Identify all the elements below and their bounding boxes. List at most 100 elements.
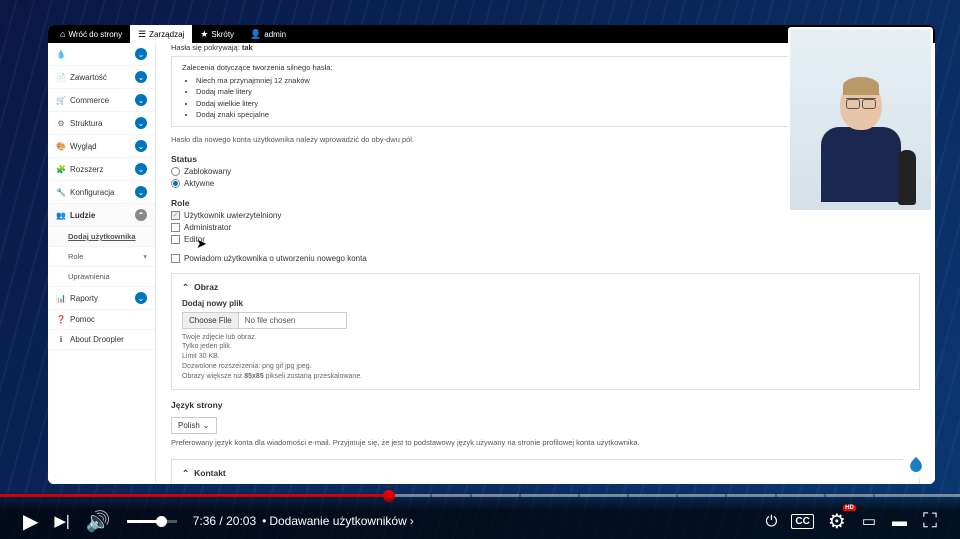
- nav-label: Ludzie: [70, 211, 135, 220]
- collapse-icon[interactable]: ⌃: [182, 282, 189, 293]
- time-display: 7:36 / 20:03: [193, 514, 256, 528]
- file-status: No file chosen: [239, 313, 302, 328]
- sidebar-logo[interactable]: 💧⌄: [48, 43, 155, 66]
- nav-label: Konfiguracja: [70, 188, 135, 197]
- role-checkbox: [171, 211, 180, 220]
- sidebar-item[interactable]: 👥 Ludzie⌃: [48, 204, 155, 227]
- language-select[interactable]: Polish ⌄: [171, 417, 217, 434]
- nav-label: Zawartość: [70, 73, 135, 82]
- nav-icon: 🧩: [56, 165, 66, 174]
- nav-icon: ❓: [56, 315, 66, 324]
- back-to-site[interactable]: ⌂ Wróć do strony: [52, 25, 130, 43]
- role-option: Administrator: [184, 223, 231, 232]
- file-input[interactable]: Choose File No file chosen: [182, 312, 347, 329]
- volume-slider[interactable]: [127, 520, 177, 523]
- admin-sidebar: 💧⌄ 📄Zawartość⌄🛒Commerce⌄⚙Struktura⌄🎨Wygl…: [48, 43, 156, 484]
- user-icon: 👤: [250, 29, 261, 40]
- miniplayer-button[interactable]: ▭: [854, 512, 884, 530]
- sidebar-item[interactable]: 🛒 Commerce⌄: [48, 89, 155, 112]
- chevron-icon: ⌄: [135, 186, 147, 198]
- status-radio[interactable]: [171, 179, 180, 188]
- nav-label: Raporty: [70, 294, 135, 303]
- nav-icon: ℹ: [56, 335, 66, 344]
- sidebar-item[interactable]: 🎨 Wygląd⌄: [48, 135, 155, 158]
- nav-label: Struktura: [70, 119, 135, 128]
- choose-file-button[interactable]: Choose File: [183, 313, 239, 328]
- fullscreen-button[interactable]: ⛶: [915, 510, 945, 533]
- nav-icon: 🛒: [56, 96, 66, 105]
- nav-icon: 👥: [56, 211, 66, 220]
- collapse-icon[interactable]: ⌃: [182, 468, 189, 479]
- chevron-icon: ⌃: [135, 209, 147, 221]
- nav-label: About Droopler: [70, 335, 147, 344]
- notify-label: Powiadom użytkownika o utworzeniu nowego…: [184, 254, 367, 263]
- image-legend: Obraz: [194, 282, 218, 292]
- role-checkbox[interactable]: [171, 235, 180, 244]
- nav-label: Rozszerz: [70, 165, 135, 174]
- nav-icon: 📊: [56, 294, 66, 303]
- role-option: Użytkownik uwierzytelniony: [184, 211, 281, 220]
- chevron-down-icon: ⌄: [135, 48, 147, 60]
- contact-fieldset: ⌃Kontakt Osobisty formularz kontaktowy: [171, 459, 920, 484]
- new-file-label: Dodaj nowy plik: [182, 299, 909, 308]
- chevron-icon: ⌄: [135, 140, 147, 152]
- role-checkbox[interactable]: [171, 223, 180, 232]
- contact-legend: Kontakt: [194, 468, 226, 478]
- nav-icon: 🎨: [56, 142, 66, 151]
- sidebar-item[interactable]: 🔧 Konfiguracja⌄: [48, 181, 155, 204]
- sidebar-item[interactable]: 🧩 Rozszerz⌄: [48, 158, 155, 181]
- sidebar-item[interactable]: 📊 Raporty⌄: [48, 287, 155, 310]
- image-fieldset: ⌃ Obraz Dodaj nowy plik Choose File No fi…: [171, 273, 920, 391]
- sidebar-item[interactable]: ❓ Pomoc: [48, 310, 155, 330]
- role-option: Editor: [184, 235, 205, 244]
- chevron-down-icon: ⌄: [203, 421, 210, 430]
- sidebar-item[interactable]: ⚙ Struktura⌄: [48, 112, 155, 135]
- back-label: Wróć do strony: [68, 30, 122, 39]
- sidebar-subitem[interactable]: Uprawnienia: [48, 267, 155, 287]
- chevron-icon: ⌄: [135, 117, 147, 129]
- settings-button[interactable]: ⚙HD: [820, 509, 854, 534]
- nav-label: Commerce: [70, 96, 135, 105]
- shortcuts[interactable]: ★ Skróty: [192, 25, 242, 43]
- sidebar-item[interactable]: ℹ About Droopler: [48, 330, 155, 350]
- chapter-title[interactable]: • Dodawanie użytkowników ›: [262, 514, 414, 528]
- next-button[interactable]: ▶|: [46, 512, 77, 530]
- home-icon: ⌂: [60, 29, 65, 39]
- manage-label: Zarządzaj: [149, 30, 184, 39]
- nav-label: Wygląd: [70, 142, 135, 151]
- user-label: admin: [264, 30, 286, 39]
- notify-checkbox[interactable]: [171, 254, 180, 263]
- drupal-icon: 💧: [56, 50, 66, 59]
- sidebar-item[interactable]: 📄Zawartość⌄: [48, 66, 155, 89]
- lang-label: Język strony: [171, 400, 920, 410]
- play-button[interactable]: ▶: [15, 509, 46, 534]
- hd-badge: HD: [843, 505, 856, 511]
- status-option: Zablokowany: [184, 167, 231, 176]
- status-radio[interactable]: [171, 167, 180, 176]
- presenter-webcam: [788, 27, 933, 212]
- video-controls: ▶ ▶| 🔊 7:36 / 20:03 • Dodawanie użytkown…: [0, 491, 960, 539]
- manage-toggle[interactable]: ☰ Zarządzaj: [130, 25, 192, 43]
- volume-button[interactable]: 🔊: [78, 509, 119, 534]
- sidebar-subitem[interactable]: Dodaj użytkownika: [48, 227, 155, 247]
- chevron-icon: ⌄: [135, 163, 147, 175]
- image-hints: Twoje zdjęcie lub obraz.Tylko jeden plik…: [182, 333, 909, 382]
- star-icon: ★: [200, 29, 208, 40]
- channel-watermark[interactable]: [902, 451, 930, 479]
- chevron-icon: ⌄: [135, 94, 147, 106]
- lang-help: Preferowany język konta dla wiadomości e…: [171, 438, 920, 449]
- chevron-icon: ⌄: [135, 292, 147, 304]
- theater-button[interactable]: ▬: [884, 513, 915, 530]
- nav-label: Pomoc: [70, 315, 147, 324]
- menu-icon: ☰: [138, 29, 146, 40]
- sidebar-subitem[interactable]: Role▾: [48, 247, 155, 267]
- status-option: Aktywne: [184, 179, 214, 188]
- captions-button[interactable]: CC: [791, 514, 813, 529]
- autoplay-toggle[interactable]: ⏻: [758, 513, 786, 530]
- chevron-icon: ⌄: [135, 71, 147, 83]
- user-menu[interactable]: 👤 admin: [242, 25, 294, 43]
- shortcuts-label: Skróty: [211, 30, 234, 39]
- nav-icon: ⚙: [56, 119, 66, 128]
- lang-value: Polish: [178, 421, 200, 430]
- nav-icon: 🔧: [56, 188, 66, 197]
